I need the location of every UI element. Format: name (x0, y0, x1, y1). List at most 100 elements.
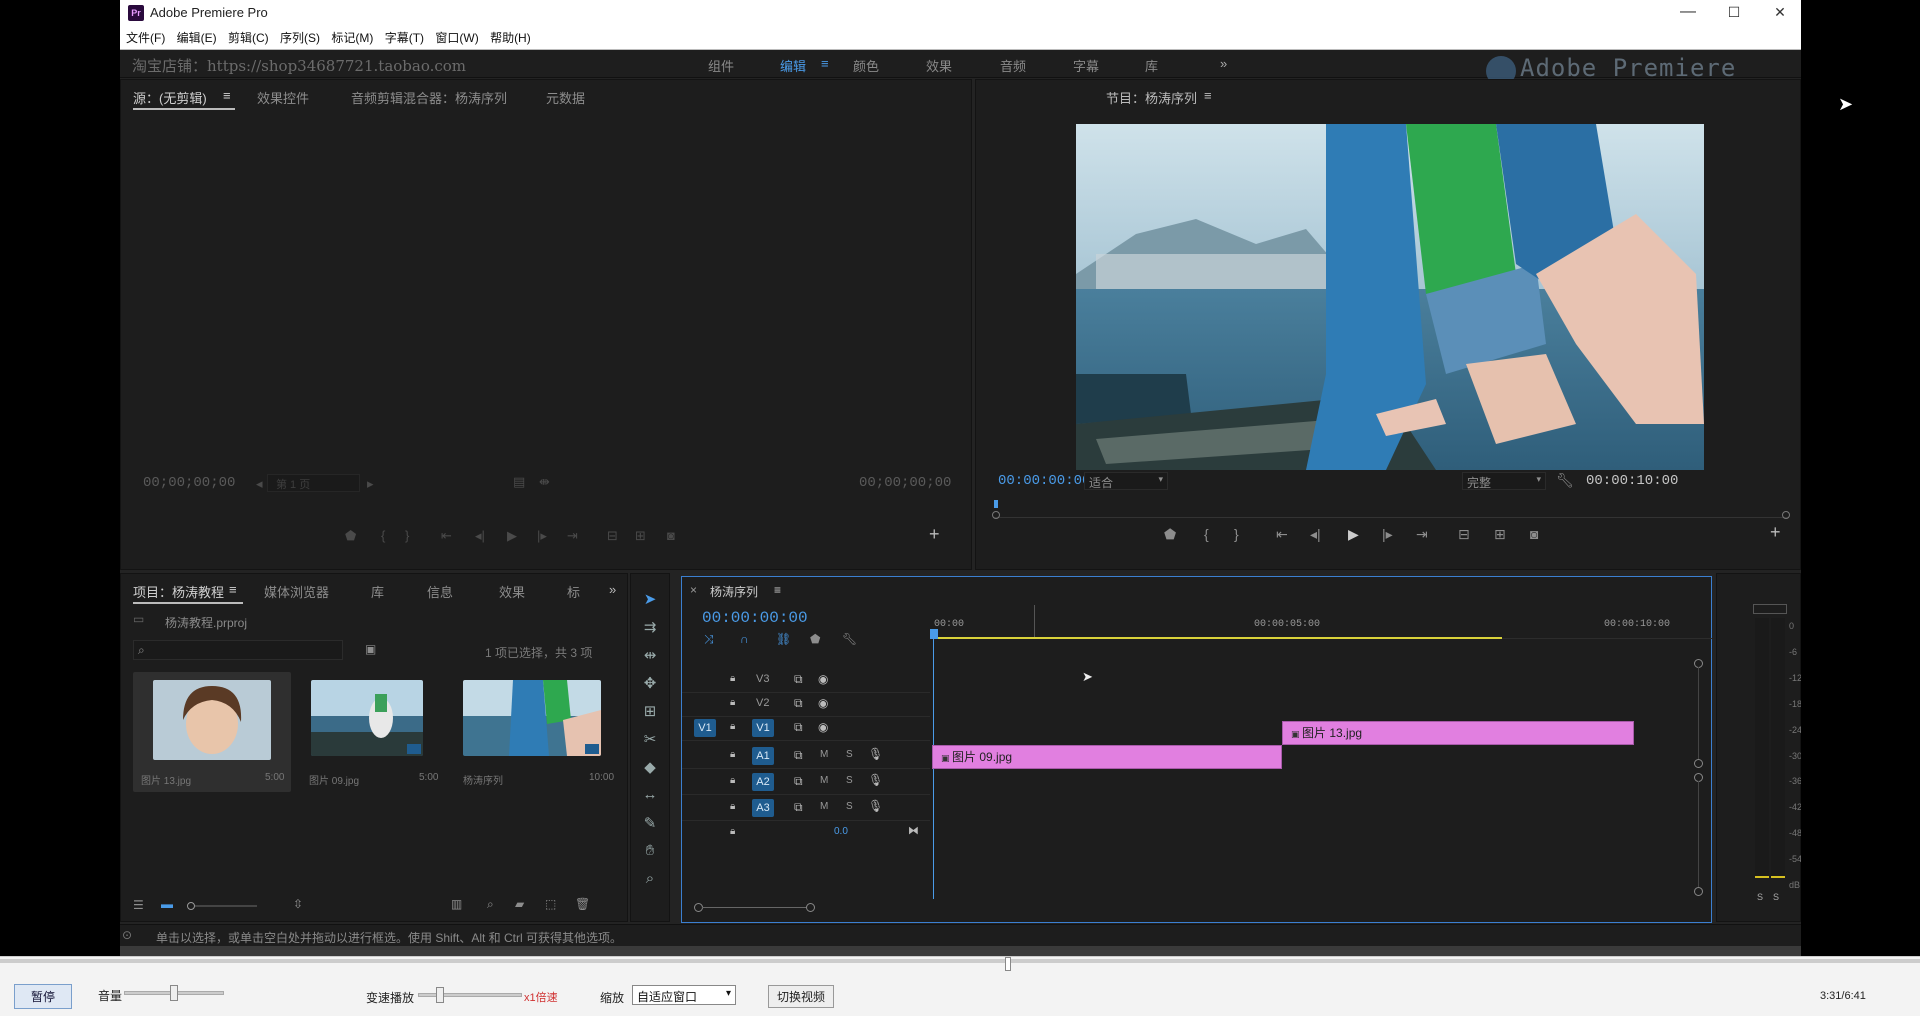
close-sequence-icon[interactable]: × (690, 583, 697, 597)
tab-libraries[interactable]: 库 (371, 582, 384, 601)
next-page-icon[interactable]: ▸ (367, 476, 374, 492)
program-video-frame[interactable] (1076, 124, 1704, 470)
sync-lock-icon[interactable]: ⧉ (794, 748, 803, 763)
sync-lock-icon[interactable]: ⧉ (794, 800, 803, 815)
prev-page-icon[interactable]: ◂ (256, 476, 263, 492)
step-back-icon[interactable]: ◂| (475, 528, 485, 544)
mark-out-icon[interactable]: } (1234, 526, 1239, 542)
extract-icon[interactable]: ⊞ (1494, 526, 1506, 543)
microphone-icon[interactable]: 🎙︎ (868, 799, 883, 813)
zoom-slider-track[interactable] (195, 905, 257, 907)
solo-button[interactable]: S (846, 801, 853, 812)
vscroll-video-bottom[interactable] (1694, 759, 1703, 768)
lock-icon[interactable]: 🔒︎ (730, 801, 735, 812)
play-icon[interactable]: ▶ (1348, 526, 1359, 543)
rolling-edit-tool-icon[interactable]: ✥ (639, 674, 661, 696)
add-marker-icon[interactable]: ⬟ (345, 528, 356, 544)
project-item[interactable]: 杨涛序列 10:00 (453, 672, 621, 792)
menu-marker[interactable]: 标记(M) (331, 26, 373, 50)
lock-icon[interactable]: 🔒︎ (730, 749, 735, 760)
workspace-effects[interactable]: 效果 (926, 56, 952, 75)
add-marker-icon[interactable]: ⬟ (810, 632, 820, 646)
menu-file[interactable]: 文件(F) (126, 26, 165, 50)
maximize-button[interactable]: ☐ (1711, 0, 1757, 26)
player-seek-handle[interactable] (1005, 957, 1011, 971)
automate-to-sequence-icon[interactable]: ▥ (451, 897, 462, 911)
timeline-timecode[interactable]: 00:00:00:00 (702, 609, 808, 627)
mute-button[interactable]: M (820, 775, 828, 786)
program-time-ruler[interactable] (994, 498, 1788, 518)
workspace-more-icon[interactable]: » (1220, 56, 1227, 71)
meter-peak-indicators[interactable] (1753, 604, 1787, 614)
workspace-menu-icon[interactable]: ≡ (821, 56, 829, 71)
work-area-bar[interactable] (930, 637, 1502, 639)
track-name[interactable]: V1 (752, 719, 774, 737)
linked-selection-icon[interactable]: ⛓︎ (776, 632, 791, 646)
go-to-in-icon[interactable]: ⇤ (1276, 526, 1288, 543)
zoom-handle-left[interactable] (992, 511, 1000, 519)
trash-icon[interactable]: 🗑︎ (575, 897, 590, 911)
razor-tool-icon[interactable]: ✂ (639, 730, 661, 752)
source-add-button-icon[interactable]: + (929, 524, 940, 545)
new-bin-icon[interactable]: ▰ (515, 897, 524, 911)
icon-view-icon[interactable]: ▬ (161, 897, 173, 911)
close-button[interactable]: ✕ (1757, 0, 1801, 26)
quality-select[interactable]: 完整 ▾ (1462, 472, 1546, 490)
go-to-out-icon[interactable]: ⇥ (1416, 526, 1428, 543)
vscroll-audio-track[interactable] (1698, 781, 1699, 887)
pause-button[interactable]: 暂停 (14, 984, 73, 1009)
microphone-icon[interactable]: 🎙︎ (868, 773, 883, 787)
program-timecode[interactable]: 00:00:00:00 (998, 473, 1090, 489)
page-select[interactable]: 第 1 页 (267, 474, 360, 492)
mark-in-icon[interactable]: { (381, 528, 385, 543)
hand-tool-icon[interactable]: ✋︎ (639, 842, 661, 864)
menu-clip[interactable]: 剪辑(C) (228, 26, 269, 50)
tab-program[interactable]: 节目：杨涛序列 (1106, 88, 1197, 107)
sync-lock-icon[interactable]: ⧉ (794, 672, 803, 687)
timeline-playhead-head[interactable] (930, 629, 938, 639)
mark-in-icon[interactable]: { (1204, 526, 1209, 542)
clip-v2[interactable]: ▣ 图片 13.jpg (1282, 721, 1634, 745)
switch-video-button[interactable]: 切换视频 (768, 985, 835, 1008)
sync-lock-icon[interactable]: ⧉ (794, 774, 803, 789)
speed-slider-thumb[interactable] (436, 987, 444, 1003)
nest-icon[interactable]: ⤨ (704, 632, 714, 647)
project-menu-icon[interactable]: ≡ (229, 582, 237, 597)
go-to-end-icon[interactable]: ⧓ (908, 824, 919, 837)
eye-icon[interactable]: ◉ (818, 696, 828, 710)
track-select-tool-icon[interactable]: ⇉ (639, 618, 661, 640)
tab-project[interactable]: 项目：杨涛教程 (133, 582, 224, 601)
track-name[interactable]: A2 (752, 773, 774, 791)
ripple-edit-tool-icon[interactable]: ⇹ (639, 646, 661, 668)
lock-icon[interactable]: 🔒︎ (730, 775, 735, 786)
slide-tool-icon[interactable]: ↔ (639, 786, 661, 808)
source-patch-v1[interactable]: V1 (694, 719, 716, 737)
snap-magnet-icon[interactable]: ∩ (740, 632, 749, 646)
lock-icon[interactable]: 🔒︎ (730, 697, 735, 708)
volume-slider-thumb[interactable] (170, 985, 178, 1001)
overwrite-icon[interactable]: ⊞ (635, 528, 646, 544)
go-to-out-icon[interactable]: ⇥ (567, 528, 578, 544)
menu-window[interactable]: 窗口(W) (435, 26, 478, 50)
track-name[interactable]: A3 (752, 799, 774, 817)
fit-select[interactable]: 适合 ▾ (1084, 472, 1168, 490)
timeline-ruler[interactable]: 00:00 00:00:05:00 00:00:10:00 (932, 605, 1712, 639)
project-item[interactable]: 图片 09.jpg 5:00 (299, 672, 449, 792)
source-export-icon[interactable]: ▤ (513, 474, 525, 490)
tab-effect-controls[interactable]: 效果控件 (257, 88, 309, 107)
workspace-audio[interactable]: 音频 (1000, 56, 1026, 75)
step-back-icon[interactable]: ◂| (1310, 526, 1321, 543)
menu-sequence[interactable]: 序列(S) (280, 26, 320, 50)
vscroll-audio-bottom[interactable] (1694, 887, 1703, 896)
mute-button[interactable]: M (820, 749, 828, 760)
sort-icon[interactable]: ⇳ (293, 897, 303, 911)
tab-effects[interactable]: 效果 (499, 582, 525, 601)
microphone-icon[interactable]: 🎙︎ (868, 747, 883, 761)
program-menu-icon[interactable]: ≡ (1204, 88, 1212, 103)
insert-icon[interactable]: ⊟ (607, 528, 618, 544)
add-marker-icon[interactable]: ⬟ (1164, 526, 1176, 543)
new-bin-from-search-icon[interactable]: ▣ (365, 642, 376, 656)
lock-icon[interactable]: 🔒︎ (730, 673, 735, 684)
workspace-libraries[interactable]: 库 (1145, 56, 1158, 75)
solo-button[interactable]: S (846, 749, 853, 760)
